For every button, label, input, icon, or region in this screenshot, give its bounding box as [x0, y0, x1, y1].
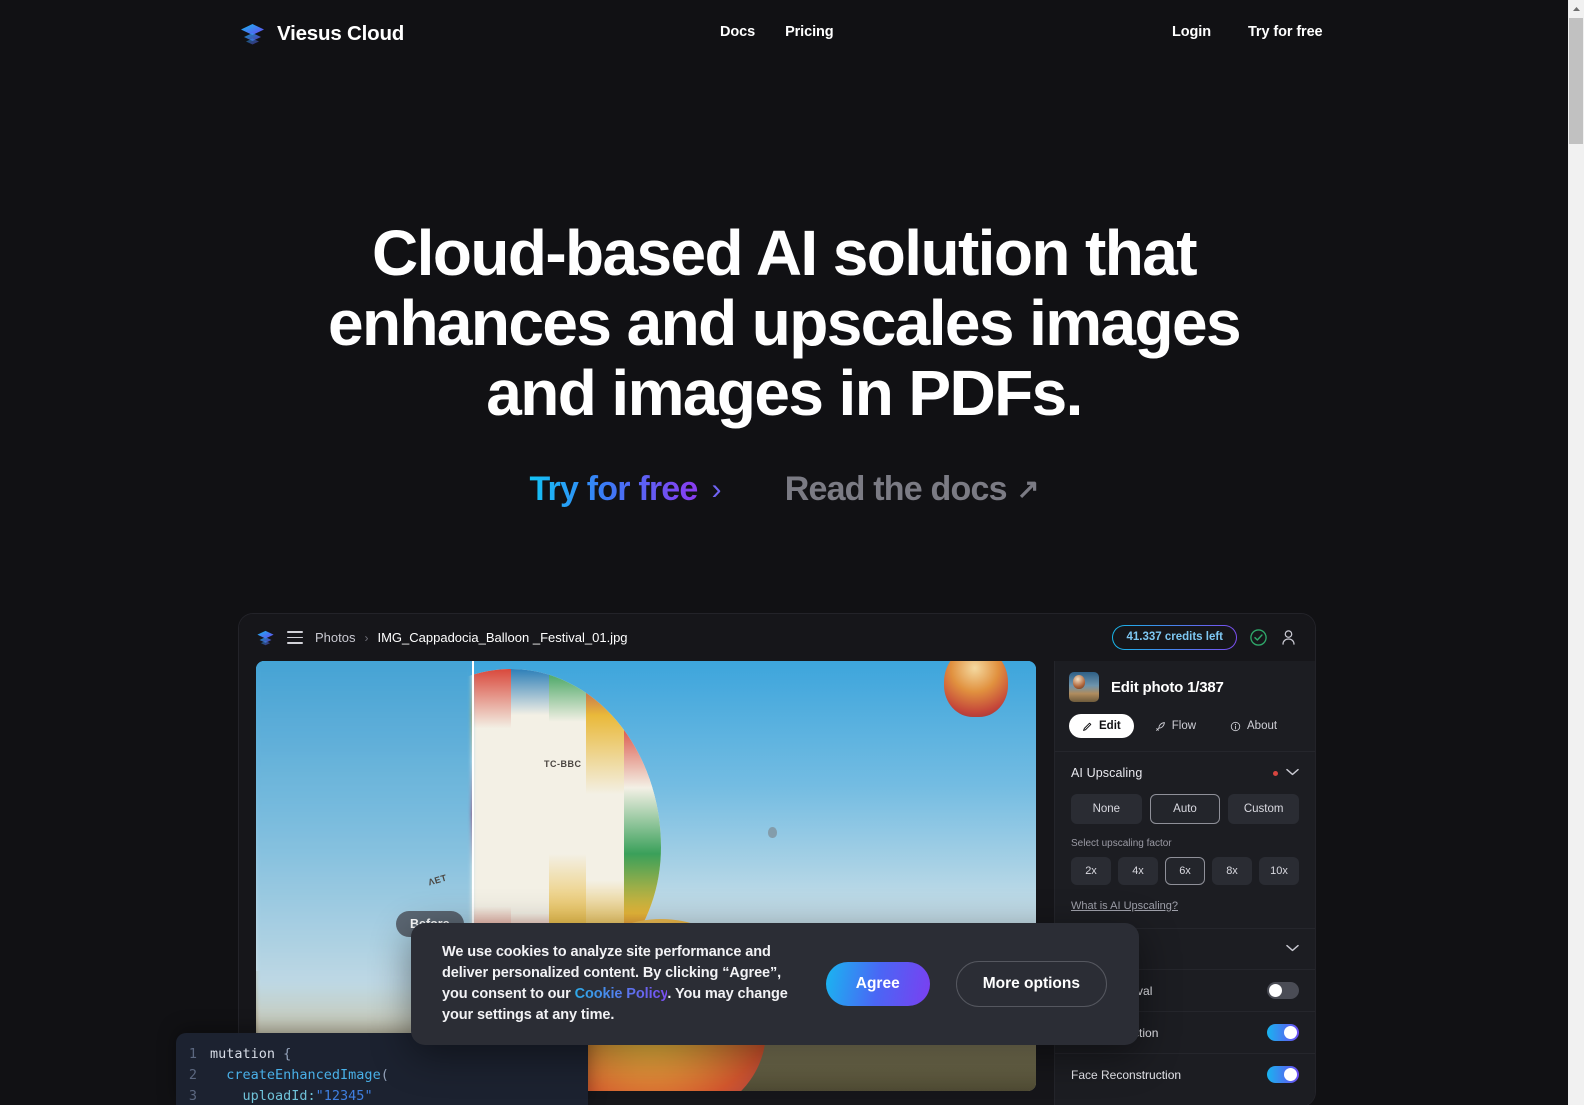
cookie-consent-text: We use cookies to analyze site performan… — [442, 942, 800, 1026]
scroll-up-arrow-icon[interactable] — [1568, 0, 1584, 17]
page-root: Viesus Cloud Docs Pricing Login Try for … — [0, 0, 1568, 1105]
balloon-upper-right — [944, 661, 1008, 717]
what-is-ai-upscaling-link[interactable]: What is AI Upscaling? — [1071, 900, 1299, 912]
scrollbar-thumb[interactable] — [1569, 18, 1583, 144]
cta-read-the-docs-label: Read the docs — [784, 470, 1008, 508]
code-line-number: 2 — [188, 1067, 197, 1083]
toggle-face-reconstruction[interactable] — [1267, 1066, 1299, 1083]
factor-8x[interactable]: 8x — [1212, 857, 1252, 885]
tab-edit-label: Edit — [1099, 720, 1121, 732]
more-options-button[interactable]: More options — [955, 961, 1107, 1007]
upscaling-mode-custom[interactable]: Custom — [1228, 794, 1300, 824]
nav-link-login[interactable]: Login — [1172, 24, 1211, 40]
check-circle-icon[interactable] — [1249, 628, 1268, 647]
code-line-content: createEnhancedImage( — [226, 1067, 389, 1083]
toggle-knob — [1269, 984, 1282, 997]
rocket-icon — [1155, 721, 1165, 731]
primary-nav: Docs Pricing — [720, 24, 834, 40]
edit-panel-header: Edit photo 1/387 — [1055, 661, 1315, 702]
code-line-number: 1 — [188, 1046, 197, 1062]
upscaling-factor-label: Select upscaling factor — [1071, 838, 1172, 849]
upscaling-factor-group: 2x 4x 6x 8x 10x — [1071, 857, 1299, 885]
toggle-knob — [1284, 1026, 1297, 1039]
tab-flow[interactable]: Flow — [1142, 714, 1209, 738]
secondary-nav: Login Try for free — [1172, 24, 1323, 40]
upscaling-mode-group: None Auto Custom — [1071, 794, 1300, 824]
toggle-knob — [1284, 1068, 1297, 1081]
agree-button[interactable]: Agree — [825, 962, 930, 1006]
chevron-right-icon: › — [711, 472, 722, 506]
nav-link-docs[interactable]: Docs — [720, 24, 755, 40]
breadcrumb-current-file: IMG_Cappadocia_Balloon _Festival_01.jpg — [377, 630, 628, 645]
browser-scrollbar[interactable] — [1568, 0, 1584, 1105]
nav-link-try-for-free[interactable]: Try for free — [1248, 24, 1323, 40]
code-line: 3 uploadId:"12345" — [176, 1086, 588, 1105]
edit-panel-title: Edit photo 1/387 — [1111, 678, 1224, 696]
upscaling-mode-none[interactable]: None — [1071, 794, 1142, 824]
factor-4x[interactable]: 4x — [1118, 857, 1158, 885]
tab-about[interactable]: About — [1217, 714, 1290, 738]
section-ai-upscaling-title: AI Upscaling — [1071, 766, 1143, 780]
nav-link-pricing[interactable]: Pricing — [785, 24, 834, 40]
code-line: 1 mutation { — [176, 1044, 588, 1065]
toggle-row-face-reconstruction: Face Reconstruction — [1055, 1053, 1315, 1095]
toggle-label-face-reconstruction: Face Reconstruction — [1071, 1067, 1182, 1082]
section-ai-upscaling: AI Upscaling None Auto Custom Select ups… — [1055, 751, 1315, 928]
arrow-up-right-icon: ↗ — [1016, 474, 1040, 504]
factor-10x[interactable]: 10x — [1259, 857, 1299, 885]
edit-panel-tabs: Edit Flow About — [1055, 702, 1315, 751]
cta-try-for-free-label: Try for free — [529, 470, 698, 508]
factor-2x[interactable]: 2x — [1071, 857, 1111, 885]
breadcrumb: Photos › IMG_Cappadocia_Balloon _Festiva… — [315, 630, 628, 645]
app-layers-icon[interactable] — [256, 628, 275, 647]
credits-badge[interactable]: 41.337 credits left — [1112, 625, 1237, 650]
code-line-content: uploadId:"12345" — [242, 1088, 373, 1104]
upscaling-mode-auto[interactable]: Auto — [1149, 794, 1221, 824]
site-header: Viesus Cloud Docs Pricing Login Try for … — [0, 0, 1568, 68]
modified-indicator-dot — [1273, 770, 1278, 776]
viesus-layers-icon — [239, 20, 266, 47]
code-line-content: mutation { — [210, 1046, 292, 1062]
cookie-consent-banner: We use cookies to analyze site performan… — [411, 923, 1139, 1045]
toggle-color-correction[interactable] — [1267, 1024, 1299, 1041]
chevron-down-icon[interactable] — [1286, 943, 1299, 955]
app-topbar: Photos › IMG_Cappadocia_Balloon _Festiva… — [239, 614, 1315, 661]
chevron-down-icon[interactable] — [1286, 767, 1299, 779]
hero-section: Cloud-based AI solution that enhances an… — [0, 218, 1568, 509]
tab-about-label: About — [1247, 720, 1278, 732]
balloon-far-speck — [768, 827, 777, 838]
breadcrumb-photos[interactable]: Photos — [315, 630, 355, 645]
hero-cta-group: Try for free › Read the docs ↗ — [0, 470, 1568, 509]
brand-logo[interactable]: Viesus Cloud — [239, 20, 404, 47]
tab-edit[interactable]: Edit — [1069, 714, 1134, 738]
code-line-number: 3 — [188, 1088, 197, 1104]
cta-read-the-docs[interactable]: Read the docs ↗ — [784, 470, 1040, 509]
section-ai-upscaling-body: None Auto Custom Select upscaling factor… — [1055, 794, 1315, 928]
user-avatar-icon[interactable] — [1280, 628, 1297, 647]
balloon-registration-label: TC-BBC — [544, 759, 582, 769]
photo-thumbnail[interactable] — [1069, 672, 1099, 702]
menu-icon[interactable] — [287, 631, 303, 644]
cta-try-for-free[interactable]: Try for free › — [529, 470, 722, 509]
chevron-right-icon: › — [364, 630, 369, 645]
section-ai-upscaling-header[interactable]: AI Upscaling — [1055, 752, 1315, 794]
factor-6x[interactable]: 6x — [1165, 857, 1205, 885]
pencil-icon — [1083, 722, 1092, 731]
brand-name: Viesus Cloud — [277, 21, 405, 45]
toggle-noise-removal[interactable] — [1267, 982, 1299, 999]
page-title: Cloud-based AI solution that enhances an… — [327, 217, 1242, 429]
info-icon — [1230, 721, 1241, 731]
code-line: 2 createEnhancedImage( — [176, 1065, 588, 1086]
cookie-policy-link[interactable]: Cookie Policy — [575, 986, 668, 1002]
tab-flow-label: Flow — [1171, 720, 1197, 732]
